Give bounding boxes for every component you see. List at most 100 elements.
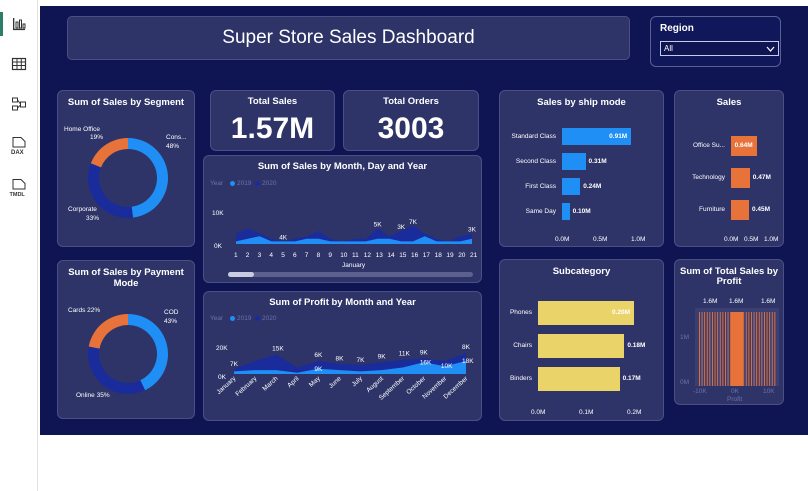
dax-query-view-button[interactable]: DAX: [0, 130, 38, 162]
sales-by-day-ytick-0k: 0K: [214, 243, 222, 250]
profit-column[interactable]: [756, 312, 758, 386]
bar[interactable]: [731, 200, 749, 220]
profit-column[interactable]: [699, 312, 700, 386]
sales-by-day-xtick: 4: [269, 252, 274, 259]
bar-axis-tick: 0.5M: [744, 236, 759, 243]
profit-column[interactable]: [722, 312, 724, 386]
total-sales-label: Total Sales: [247, 96, 298, 107]
bar[interactable]: [731, 168, 750, 188]
profit-by-month-area-chart: 7K15K6K8K 7K9K 11K 9K8K9K16K10K18KJanuaryFe…: [215, 344, 474, 402]
bar-value-label: 0.47M: [752, 174, 771, 181]
profit-ytick-0k: 0K: [218, 374, 226, 381]
series-2020-area: [236, 225, 472, 244]
bar-category-label: Binders: [509, 375, 532, 382]
profit-annotation-top: 9K: [378, 353, 387, 360]
donut-slice-home-office[interactable]: [90, 138, 128, 168]
report-view-button[interactable]: [0, 8, 38, 40]
ship-mode-card: Sales by ship mode Standard Class 0.91M Se…: [499, 90, 664, 247]
profit-column[interactable]: [766, 312, 768, 386]
tmdl-icon: TMDL: [10, 179, 26, 198]
profit-column[interactable]: [709, 312, 711, 386]
profit-annotation-top: 8K: [335, 356, 344, 363]
profit-column[interactable]: [704, 312, 706, 386]
profit-annotation-bottom: 16K: [420, 359, 432, 366]
bar[interactable]: [562, 203, 570, 220]
profit-column-dense[interactable]: [731, 312, 743, 386]
profit-column[interactable]: [753, 312, 755, 386]
bar[interactable]: [538, 367, 620, 391]
bar-axis-tick: 0.1M: [579, 409, 594, 416]
horizontal-scrollbar[interactable]: [228, 272, 473, 277]
segment-pct-home-office: 19%: [90, 134, 104, 141]
region-dropdown[interactable]: All: [660, 41, 779, 56]
region-label: Region: [660, 23, 694, 34]
sales-by-profit-card: Sum of Total Sales by Profit 1.6M 1.6M 1…: [674, 259, 784, 405]
bar-value-label: 0.10M: [572, 207, 591, 215]
payment-label-online: Online 35%: [76, 392, 110, 399]
payment-pct-cod: 43%: [164, 318, 178, 325]
profit-column[interactable]: [774, 312, 776, 386]
profit-column[interactable]: [758, 312, 760, 386]
svg-text:DAX: DAX: [11, 150, 24, 156]
region-slicer[interactable]: Region All: [650, 16, 781, 67]
payment-label-cards: Cards 22%: [68, 307, 101, 314]
sales-by-day-xtick: 6: [293, 252, 297, 259]
sales-by-day-xtick: 9: [328, 252, 333, 259]
table-view-button[interactable]: [0, 48, 38, 80]
donut-slice-cards[interactable]: [88, 314, 128, 349]
profit-annotation-top: 8K: [462, 344, 471, 351]
profit-column[interactable]: [714, 312, 716, 386]
profit-ytick-20k: 20K: [216, 345, 228, 352]
sales-by-profit-xlabel: Profit: [727, 396, 743, 403]
profit-column[interactable]: [743, 312, 745, 386]
profit-column[interactable]: [727, 312, 729, 386]
scrollbar-thumb[interactable]: [228, 272, 254, 277]
profit-month-tick: April: [286, 375, 301, 389]
profit-column[interactable]: [712, 312, 713, 386]
profit-column[interactable]: [769, 312, 771, 386]
profit-column[interactable]: [717, 312, 719, 386]
profit-column[interactable]: [719, 312, 721, 386]
legend-dot-2020: [255, 181, 260, 186]
svg-text:TMDL: TMDL: [10, 192, 26, 198]
profit-month-tick: March: [261, 375, 279, 393]
sales-by-day-xtick: 18: [434, 252, 442, 259]
bar[interactable]: [538, 334, 625, 358]
sales-by-profit-xtick-neg10k: -10K: [693, 388, 707, 395]
bar-category-label: Same Day: [525, 207, 556, 215]
sales-by-day-annotation: 3K: [468, 227, 476, 234]
profit-column[interactable]: [706, 312, 708, 386]
total-orders-value: 3003: [377, 112, 445, 145]
profit-column[interactable]: [745, 312, 747, 386]
bar-axis-tick: 0.2M: [627, 409, 642, 416]
profit-annotation-top: 7K: [357, 357, 366, 364]
model-view-button[interactable]: [0, 88, 38, 120]
profit-column[interactable]: [761, 312, 763, 386]
bar-category-label: Second Class: [515, 157, 556, 165]
bar-category-label: Furniture: [698, 206, 725, 213]
profit-column[interactable]: [764, 312, 765, 386]
donut-slice-online[interactable]: [88, 346, 146, 394]
profit-column[interactable]: [725, 312, 726, 386]
donut-slice-cons-[interactable]: [128, 138, 169, 218]
profit-month-tick: June: [328, 375, 343, 390]
bar[interactable]: [562, 178, 581, 195]
profit-column[interactable]: [771, 312, 773, 386]
bar[interactable]: [562, 153, 586, 170]
payment-chart-title-line1: Sum of Sales by Payment: [68, 267, 184, 278]
profit-column[interactable]: [751, 312, 752, 386]
segment-label-home-office: Home Office: [64, 126, 101, 133]
chevron-down-icon: [766, 46, 775, 52]
profit-column[interactable]: [701, 312, 703, 386]
sales-by-day-xtick: 2: [245, 252, 250, 259]
segment-pct-consumer: 48%: [166, 143, 180, 150]
profit-month-tick: July: [351, 375, 365, 388]
total-sales-card: Total Sales 1.57M: [210, 90, 335, 151]
segment-pct-corporate: 33%: [86, 215, 100, 222]
profit-column[interactable]: [730, 312, 732, 386]
sales-by-profit-column-chart: [695, 308, 779, 386]
donut-slice-cod[interactable]: [128, 314, 168, 391]
sales-by-day-ytick-10k: 10K: [212, 210, 224, 217]
tmdl-view-button[interactable]: TMDL: [0, 172, 38, 204]
profit-column[interactable]: [748, 312, 750, 386]
